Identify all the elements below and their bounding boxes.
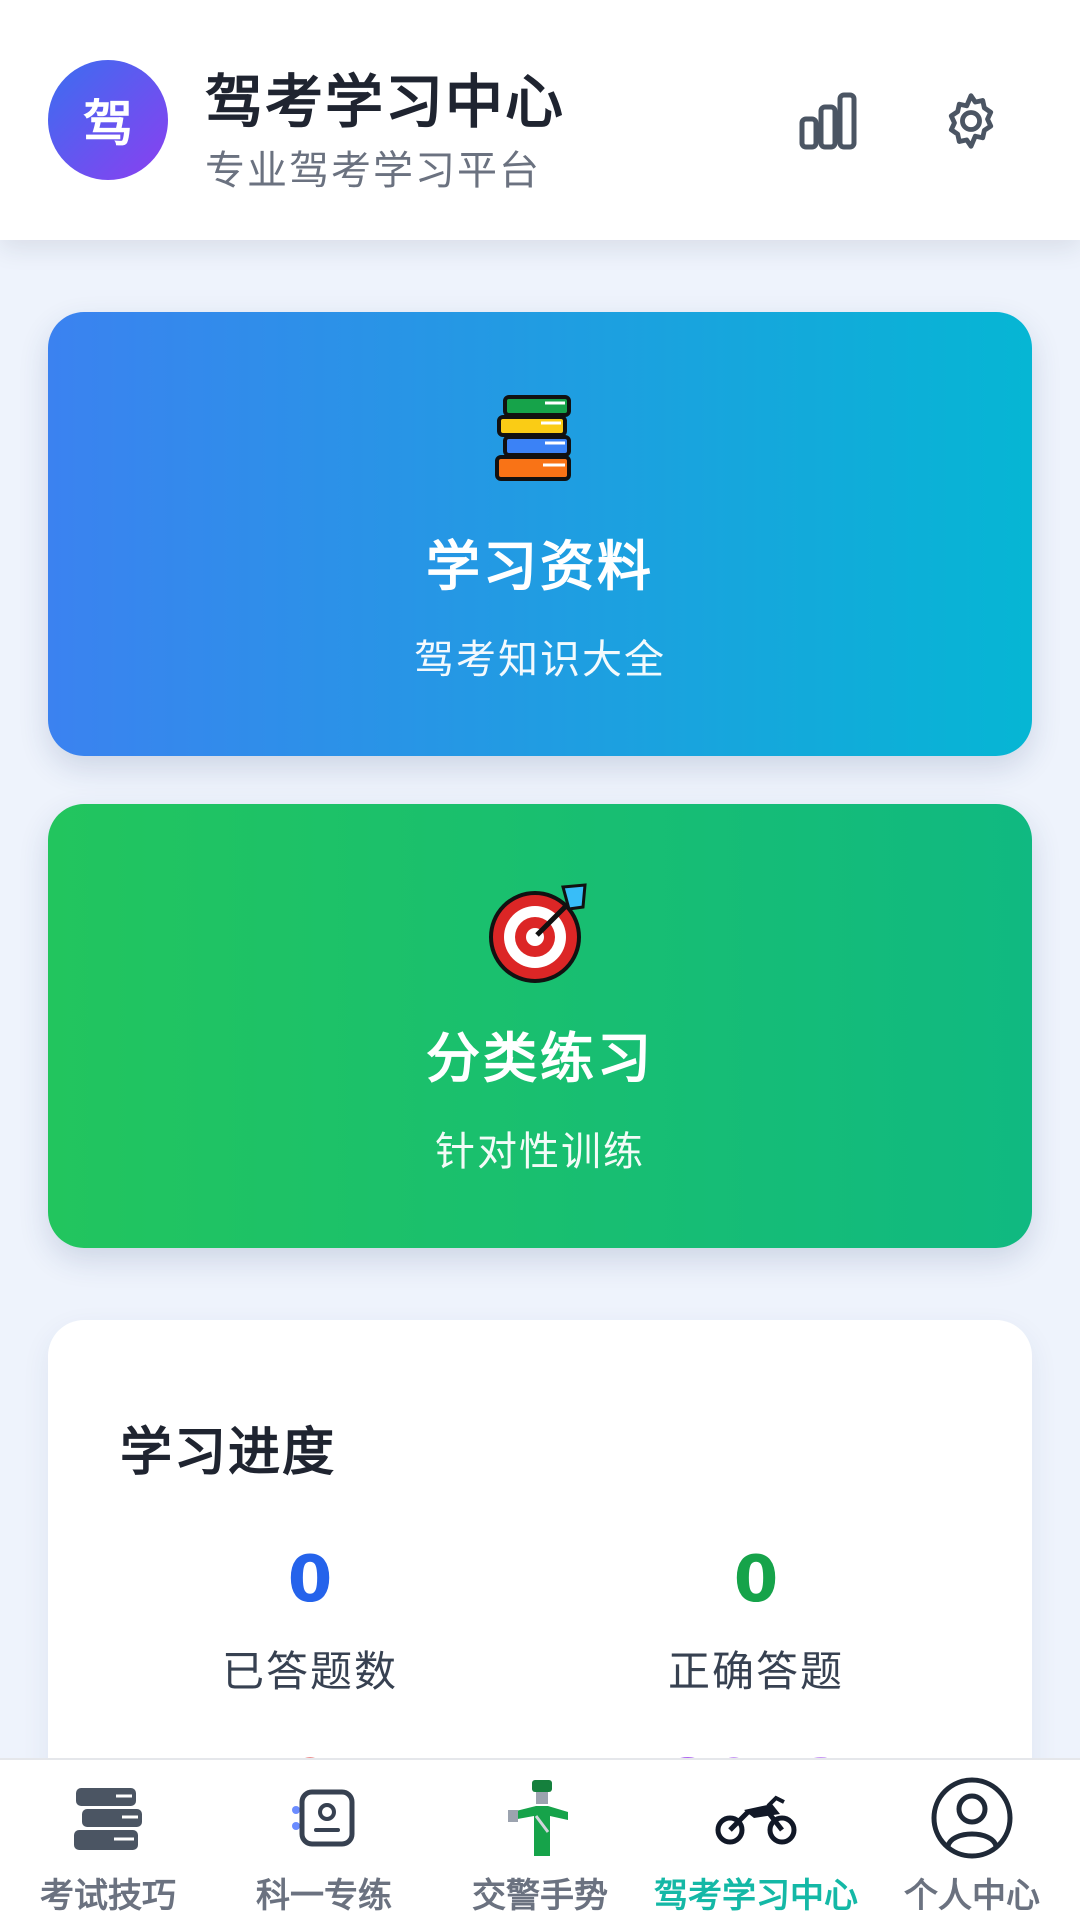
stat-value: 0 bbox=[733, 1543, 779, 1617]
app-header: 驾 驾考学习中心 专业驾考学习平台 bbox=[0, 0, 1080, 240]
tab-label: 考试技巧 bbox=[40, 1876, 176, 1916]
tab-label: 驾考学习中心 bbox=[654, 1876, 858, 1916]
study-materials-card[interactable]: 学习资料 驾考知识大全 bbox=[48, 312, 1032, 756]
user-icon bbox=[931, 1777, 1013, 1859]
books-stack-icon bbox=[74, 1788, 142, 1850]
tab-profile[interactable]: 个人中心 bbox=[864, 1760, 1080, 1920]
gear-icon bbox=[948, 93, 994, 149]
books-icon bbox=[495, 395, 571, 481]
tab-police-gestures[interactable]: 交警手势 bbox=[432, 1760, 648, 1920]
bottom-tab-bar: 考试技巧 科一专练 交警手势 驾考学习中心 个人中心 bbox=[0, 1758, 1080, 1920]
tab-label: 个人中心 bbox=[904, 1876, 1040, 1916]
answered-count-stat: 0 已答题数 bbox=[110, 1548, 510, 1699]
category-practice-card[interactable]: 分类练习 针对性训练 bbox=[48, 804, 1032, 1248]
bar-chart-icon bbox=[799, 92, 857, 150]
robot-icon bbox=[292, 1789, 355, 1847]
tab-subject-one[interactable]: 科一专练 bbox=[216, 1760, 432, 1920]
stat-value: 0 bbox=[287, 1543, 333, 1617]
app-logo: 驾 bbox=[48, 60, 168, 180]
target-icon bbox=[489, 883, 587, 983]
tab-study-center[interactable]: 驾考学习中心 bbox=[648, 1760, 864, 1920]
progress-title: 学习进度 bbox=[120, 1423, 337, 1483]
app-title: 驾考学习中心 bbox=[205, 68, 566, 136]
stat-label: 已答题数 bbox=[221, 1647, 398, 1696]
tab-label: 交警手势 bbox=[472, 1876, 608, 1916]
card-subtitle: 针对性训练 bbox=[435, 1129, 645, 1175]
motorcycle-icon bbox=[715, 1795, 797, 1845]
card-title: 分类练习 bbox=[426, 1027, 654, 1090]
card-title: 学习资料 bbox=[426, 535, 654, 598]
app-subtitle: 专业驾考学习平台 bbox=[205, 148, 541, 194]
tab-exam-tips[interactable]: 考试技巧 bbox=[0, 1760, 216, 1920]
stats-button[interactable] bbox=[792, 85, 864, 157]
police-officer-icon bbox=[508, 1780, 568, 1856]
tab-label: 科一专练 bbox=[256, 1876, 392, 1916]
settings-button[interactable] bbox=[935, 85, 1007, 157]
card-subtitle: 驾考知识大全 bbox=[414, 637, 666, 683]
stat-label: 正确答题 bbox=[667, 1647, 844, 1696]
correct-count-stat: 0 正确答题 bbox=[556, 1548, 956, 1699]
